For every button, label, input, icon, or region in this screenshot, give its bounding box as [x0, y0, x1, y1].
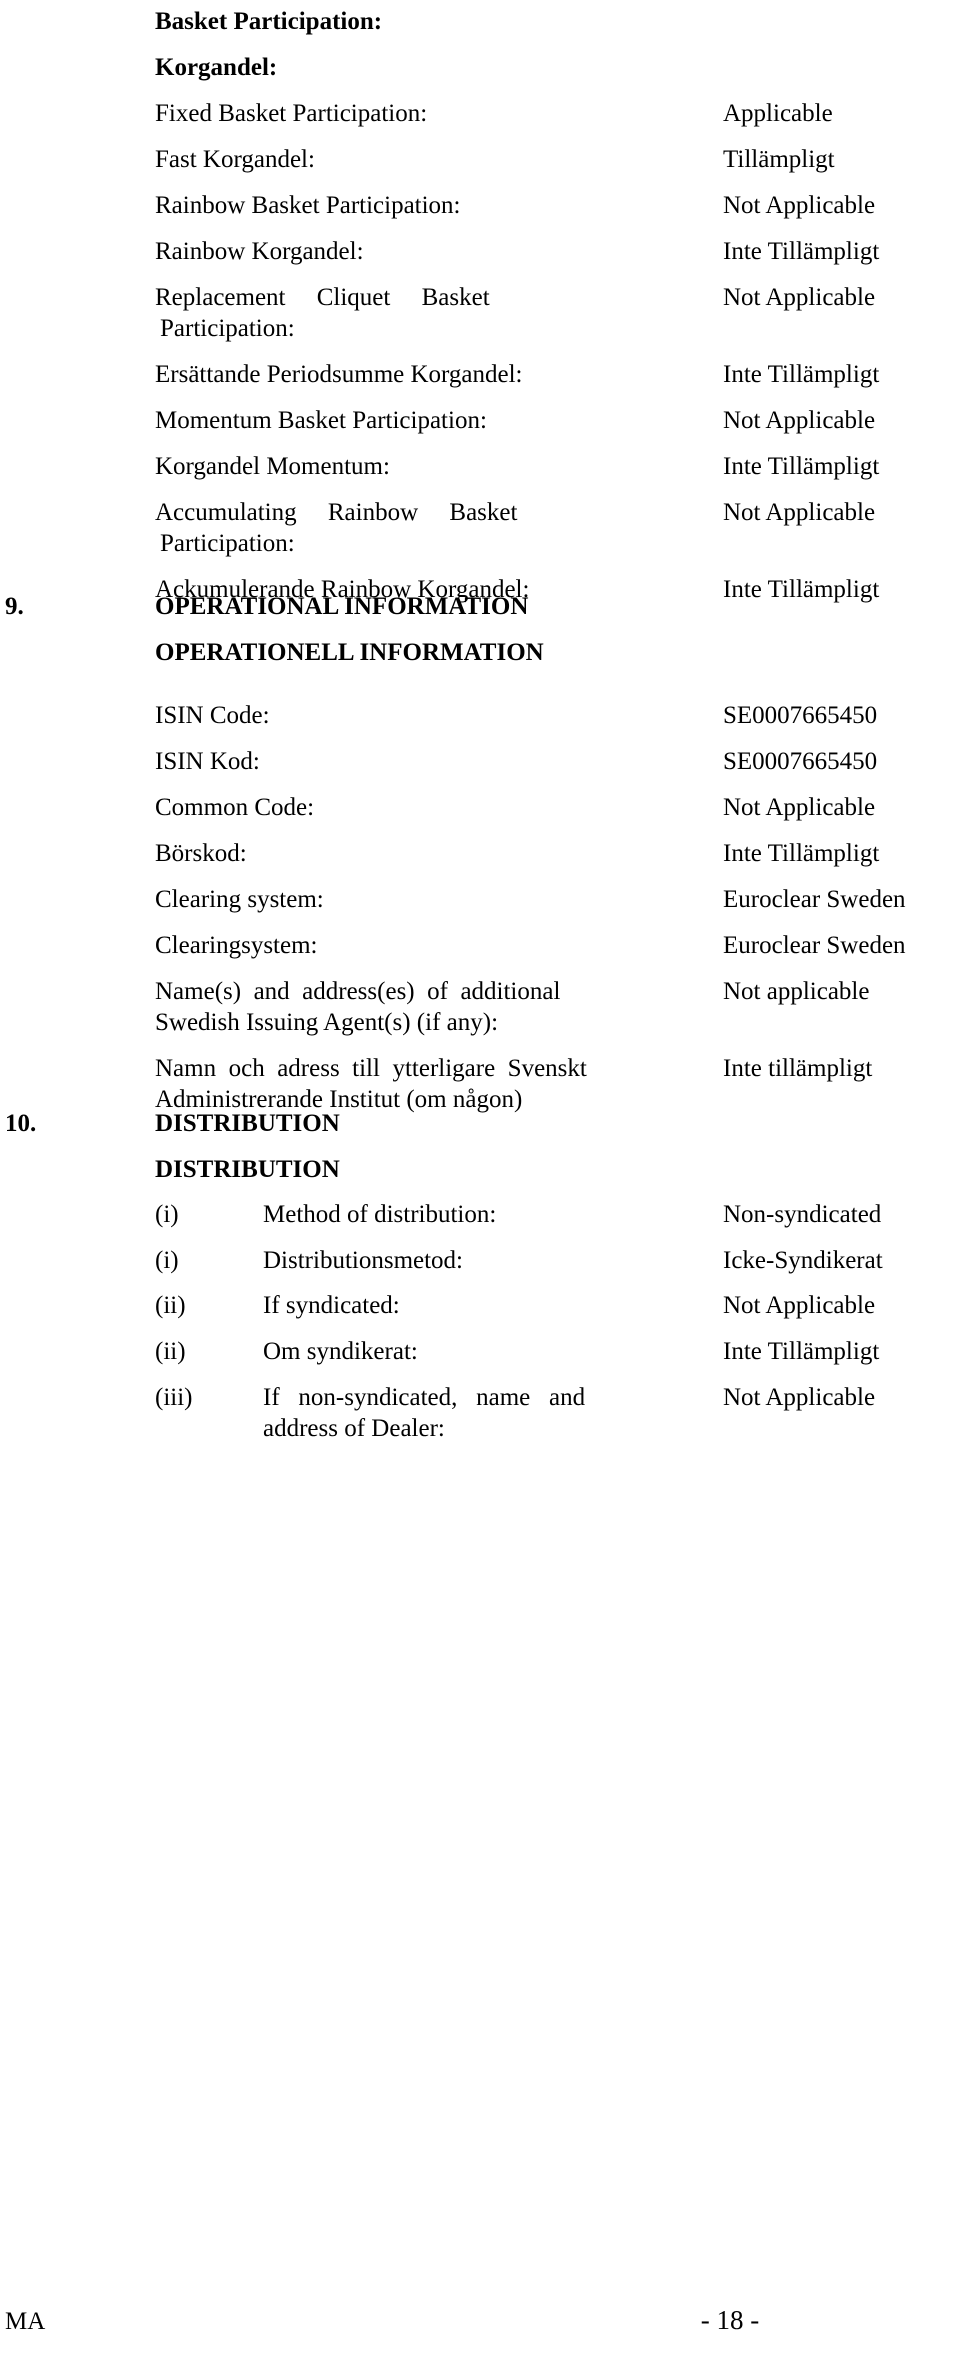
row-ersattande-periodsumme-value: Inte Tillämpligt: [723, 361, 880, 388]
subrow-if-syndicated-value: Not Applicable: [723, 1292, 876, 1319]
row-momentum-basket-participation-value: Not Applicable: [723, 407, 876, 434]
subrow-method-label: Method of distribution:: [263, 1201, 497, 1228]
row-momentum-basket-participation-label: Momentum Basket Participation:: [155, 407, 487, 434]
row-korgandel-momentum-label: Korgandel Momentum:: [155, 453, 390, 480]
footer-left-mark: MA: [5, 2308, 46, 2335]
subrow-non-syndicated-dealer-label-line1: If non-syndicated, name and: [263, 1384, 586, 1411]
row-common-code-value: Not Applicable: [723, 794, 876, 821]
subrow-non-syndicated-dealer-roman: (iii): [155, 1384, 193, 1411]
subrow-if-syndicated-label: If syndicated:: [263, 1292, 400, 1319]
row-accumulating-rainbow-label-line2: Participation:: [160, 530, 295, 557]
row-rainbow-basket-participation-value: Not Applicable: [723, 192, 876, 219]
section-9-number: 9.: [5, 593, 24, 620]
subrow-om-syndikerat-roman: (ii): [155, 1338, 186, 1365]
footer-page-number: - 18 -: [700, 2305, 760, 2335]
row-ersattande-periodsumme-label: Ersättande Periodsumme Korgandel:: [155, 361, 523, 388]
row-clearingsystem-label: Clearingsystem:: [155, 932, 318, 959]
row-isin-kod-value: SE0007665450: [723, 748, 878, 775]
subrow-non-syndicated-dealer-label-line2: address of Dealer:: [263, 1415, 445, 1442]
row-replacement-cliquet-value: Not Applicable: [723, 284, 876, 311]
section-10-title-sv: DISTRIBUTION: [155, 1156, 340, 1183]
row-rainbow-basket-participation-label: Rainbow Basket Participation:: [155, 192, 461, 219]
row-namn-adress-label-line1: Namn och adress till ytterligare Svenskt: [155, 1055, 587, 1082]
subrow-non-syndicated-dealer-value: Not Applicable: [723, 1384, 876, 1411]
document-page: Basket Participation: Korgandel: Fixed B…: [0, 0, 960, 2360]
row-accumulating-rainbow-label-line1: Accumulating Rainbow Basket: [155, 499, 518, 526]
basket-participation-heading-en: Basket Participation:: [155, 8, 383, 35]
row-rainbow-korgandel-label: Rainbow Korgandel:: [155, 238, 364, 265]
row-fast-korgandel-value: Tillämpligt: [723, 146, 835, 173]
row-clearingsystem-value: Euroclear Sweden: [723, 932, 906, 959]
row-replacement-cliquet-label-line1: Replacement Cliquet Basket: [155, 284, 490, 311]
section-10-title-en: DISTRIBUTION: [155, 1110, 340, 1137]
row-swedish-issuing-agent-label-line1: Name(s) and address(es) of additional: [155, 978, 561, 1005]
section-9-title-sv: OPERATIONELL INFORMATION: [155, 639, 544, 666]
row-replacement-cliquet-label-line2: Participation:: [160, 315, 295, 342]
row-ackumulerande-rainbow-value: Inte Tillämpligt: [723, 576, 880, 603]
row-isin-code-label: ISIN Code:: [155, 702, 270, 729]
subrow-distributionsmetod-value: Icke-Syndikerat: [723, 1247, 883, 1274]
row-isin-code-value: SE0007665450: [723, 702, 878, 729]
row-isin-kod-label: ISIN Kod:: [155, 748, 260, 775]
row-namn-adress-value: Inte tillämpligt: [723, 1055, 873, 1082]
row-fixed-basket-participation-value: Applicable: [723, 100, 833, 127]
row-clearing-system-value: Euroclear Sweden: [723, 886, 906, 913]
row-korgandel-momentum-value: Inte Tillämpligt: [723, 453, 880, 480]
row-borskod-label: Börskod:: [155, 840, 247, 867]
row-accumulating-rainbow-value: Not Applicable: [723, 499, 876, 526]
row-clearing-system-label: Clearing system:: [155, 886, 324, 913]
row-borskod-value: Inte Tillämpligt: [723, 840, 880, 867]
subrow-if-syndicated-roman: (ii): [155, 1292, 186, 1319]
subrow-distributionsmetod-roman: (i): [155, 1247, 179, 1274]
row-common-code-label: Common Code:: [155, 794, 315, 821]
subrow-distributionsmetod-label: Distributionsmetod:: [263, 1247, 463, 1274]
subrow-method-value: Non-syndicated: [723, 1201, 882, 1228]
row-fixed-basket-participation-label: Fixed Basket Participation:: [155, 100, 428, 127]
basket-participation-heading-sv: Korgandel:: [155, 54, 278, 81]
row-rainbow-korgandel-value: Inte Tillämpligt: [723, 238, 880, 265]
subrow-om-syndikerat-label: Om syndikerat:: [263, 1338, 418, 1365]
section-10-number: 10.: [5, 1110, 37, 1137]
subrow-om-syndikerat-value: Inte Tillämpligt: [723, 1338, 880, 1365]
row-fast-korgandel-label: Fast Korgandel:: [155, 146, 315, 173]
subrow-method-roman: (i): [155, 1201, 179, 1228]
section-9-title-en: OPERATIONAL INFORMATION: [155, 593, 529, 620]
row-swedish-issuing-agent-label-line2: Swedish Issuing Agent(s) (if any):: [155, 1009, 499, 1036]
row-swedish-issuing-agent-value: Not applicable: [723, 978, 870, 1005]
